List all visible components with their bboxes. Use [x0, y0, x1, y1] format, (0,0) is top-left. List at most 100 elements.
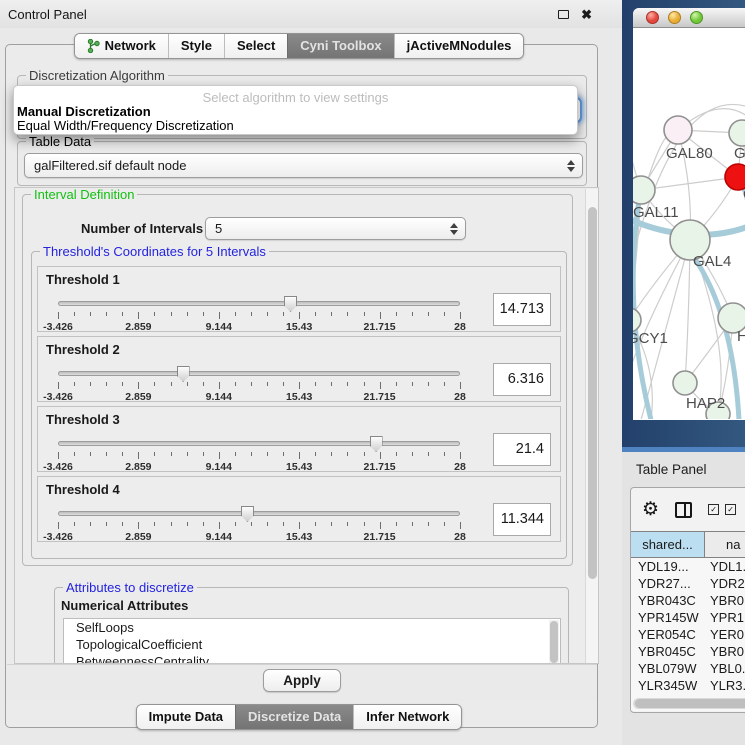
interval-definition-title: Interval Definition — [31, 187, 137, 202]
tick-mark — [460, 312, 461, 319]
node-label: GCY1 — [633, 330, 668, 347]
tick-mark — [106, 382, 107, 386]
threshold-row: Threshold 4-3.4262.8599.14415.4321.71528… — [37, 476, 561, 542]
attributes-group: Attributes to discretize Numerical Attri… — [54, 587, 569, 664]
number-of-intervals-combo[interactable]: 5 — [205, 217, 466, 240]
attribute-list-item[interactable]: BetweennessCentrality — [64, 653, 560, 664]
network-node[interactable] — [633, 308, 641, 332]
table-cell-shared-name: YBR045C — [631, 643, 705, 660]
algorithm-option[interactable]: Manual Discretization — [14, 105, 577, 119]
network-edge[interactable] — [685, 240, 690, 383]
table-row[interactable]: YDR27...YDR2... — [631, 575, 745, 592]
checkbox-icon[interactable]: ✓ — [725, 504, 736, 515]
tab-network[interactable]: Network — [75, 34, 168, 58]
settings-scrollbar-thumb[interactable] — [588, 207, 597, 579]
algorithm-popup: Select algorithm to view settings Manual… — [13, 85, 578, 135]
node-label: GA — [734, 145, 745, 162]
slider-tick-labels: -3.4262.8599.14415.4321.71528 — [58, 321, 460, 333]
tick-mark — [90, 312, 91, 316]
table-row[interactable]: YBR043CYBR0... — [631, 592, 745, 609]
attributes-scrollbar-thumb[interactable] — [550, 621, 558, 663]
network-node[interactable] — [725, 164, 745, 190]
split-view-icon[interactable] — [675, 502, 692, 518]
threshold-value-field[interactable]: 21.4 — [493, 433, 551, 466]
table-cell-name: YDL1... — [705, 558, 745, 575]
network-edge[interactable] — [633, 240, 690, 378]
tab-discretize-data[interactable]: Discretize Data — [235, 705, 353, 729]
tick-mark — [460, 452, 461, 459]
traffic-light-close-icon[interactable] — [646, 11, 659, 24]
slider-track[interactable] — [58, 371, 460, 376]
algorithm-option[interactable]: Equal Width/Frequency Discretization — [14, 119, 577, 133]
column-header-shared-name[interactable]: shared... — [631, 532, 705, 557]
traffic-light-minimize-icon[interactable] — [668, 11, 681, 24]
tab-impute-data[interactable]: Impute Data — [137, 705, 235, 729]
close-icon[interactable]: ✖ — [581, 8, 592, 21]
attribute-list-item[interactable]: SelfLoops — [64, 619, 560, 636]
threshold-slider[interactable]: -3.4262.8599.14415.4321.71528 — [58, 505, 460, 541]
network-canvas[interactable]: GAL80GAGAL11CGAL4GCY1HHAP2 — [633, 28, 745, 419]
tick-mark — [412, 382, 413, 386]
network-graph[interactable]: GAL80GAGAL11CGAL4GCY1HHAP2 — [633, 28, 745, 419]
slider-track[interactable] — [58, 301, 460, 306]
checkbox-icon[interactable]: ✓ — [708, 504, 719, 515]
table-row[interactable]: YLR345WYLR3... — [631, 677, 745, 694]
table-data-group-title: Table Data — [26, 134, 94, 149]
slider-thumb-icon[interactable] — [370, 436, 383, 452]
attribute-list-item[interactable]: TopologicalCoefficient — [64, 636, 560, 653]
threshold-value-field[interactable]: 11.344 — [493, 503, 551, 536]
threshold-value-field[interactable]: 14.713 — [493, 293, 551, 326]
tab-style[interactable]: Style — [168, 34, 224, 58]
tick-mark — [428, 452, 429, 456]
threshold-slider[interactable]: -3.4262.8599.14415.4321.71528 — [58, 435, 460, 471]
tick-mark — [235, 522, 236, 526]
tick-mark — [171, 382, 172, 386]
network-node[interactable] — [729, 120, 745, 146]
table-cell-name: YBR0... — [705, 643, 745, 660]
table-scrollbar-thumb[interactable] — [635, 699, 745, 708]
numerical-attributes-list[interactable]: SelfLoopsTopologicalCoefficientBetweenne… — [63, 618, 561, 664]
tab-jactivemnodules[interactable]: jActiveMNodules — [394, 34, 524, 58]
threshold-slider[interactable]: -3.4262.8599.14415.4321.71528 — [58, 365, 460, 401]
network-node[interactable] — [664, 116, 692, 144]
tab-select[interactable]: Select — [224, 34, 287, 58]
slider-thumb-icon[interactable] — [177, 366, 190, 382]
table-data-combo[interactable]: galFiltered.sif default node — [24, 153, 583, 178]
threshold-slider[interactable]: -3.4262.8599.14415.4321.71528 — [58, 295, 460, 331]
table-row[interactable]: YER054CYER0... — [631, 626, 745, 643]
table-row[interactable]: YPR145WYPR1... — [631, 609, 745, 626]
float-window-icon[interactable] — [558, 10, 569, 19]
tick-mark — [315, 522, 316, 526]
tick-mark — [331, 522, 332, 526]
tab-cyni-toolbox[interactable]: Cyni Toolbox — [287, 34, 393, 58]
slider-track[interactable] — [58, 441, 460, 446]
threshold-value-field[interactable]: 6.316 — [493, 363, 551, 396]
slider-thumb-icon[interactable] — [241, 506, 254, 522]
gear-icon[interactable]: ⚙ — [642, 500, 659, 519]
tick-label: 2.859 — [125, 391, 151, 403]
attributes-group-title: Attributes to discretize — [63, 580, 197, 595]
table-cell-shared-name: YPR145W — [631, 609, 705, 626]
table-row[interactable]: YBL079WYBL0... — [631, 660, 745, 677]
network-node[interactable] — [633, 176, 655, 204]
tick-mark — [412, 522, 413, 526]
slider-thumb-icon[interactable] — [284, 296, 297, 312]
tick-mark — [90, 522, 91, 526]
combo-stepper-icon[interactable] — [445, 223, 463, 235]
table-row[interactable]: YDL19...YDL1... — [631, 558, 745, 575]
node-table: ⚙ ✓ ✓ shared... na YDL19...YDL1...YDR27.… — [630, 487, 745, 713]
numerical-attributes-label: Numerical Attributes — [61, 598, 188, 613]
combo-stepper-icon[interactable] — [562, 160, 580, 172]
slider-track[interactable] — [58, 511, 460, 516]
network-node[interactable] — [673, 371, 697, 395]
apply-button[interactable]: Apply — [263, 669, 341, 692]
tick-mark — [90, 382, 91, 386]
settings-scrollbar[interactable] — [585, 189, 598, 663]
table-row[interactable]: YBR045CYBR0... — [631, 643, 745, 660]
table-horizontal-scrollbar[interactable] — [633, 698, 745, 709]
column-header-name[interactable]: na — [705, 532, 745, 557]
traffic-light-zoom-icon[interactable] — [690, 11, 703, 24]
tab-infer-network[interactable]: Infer Network — [353, 705, 461, 729]
node-label: GAL11 — [633, 204, 679, 221]
attributes-scrollbar[interactable] — [549, 620, 559, 664]
